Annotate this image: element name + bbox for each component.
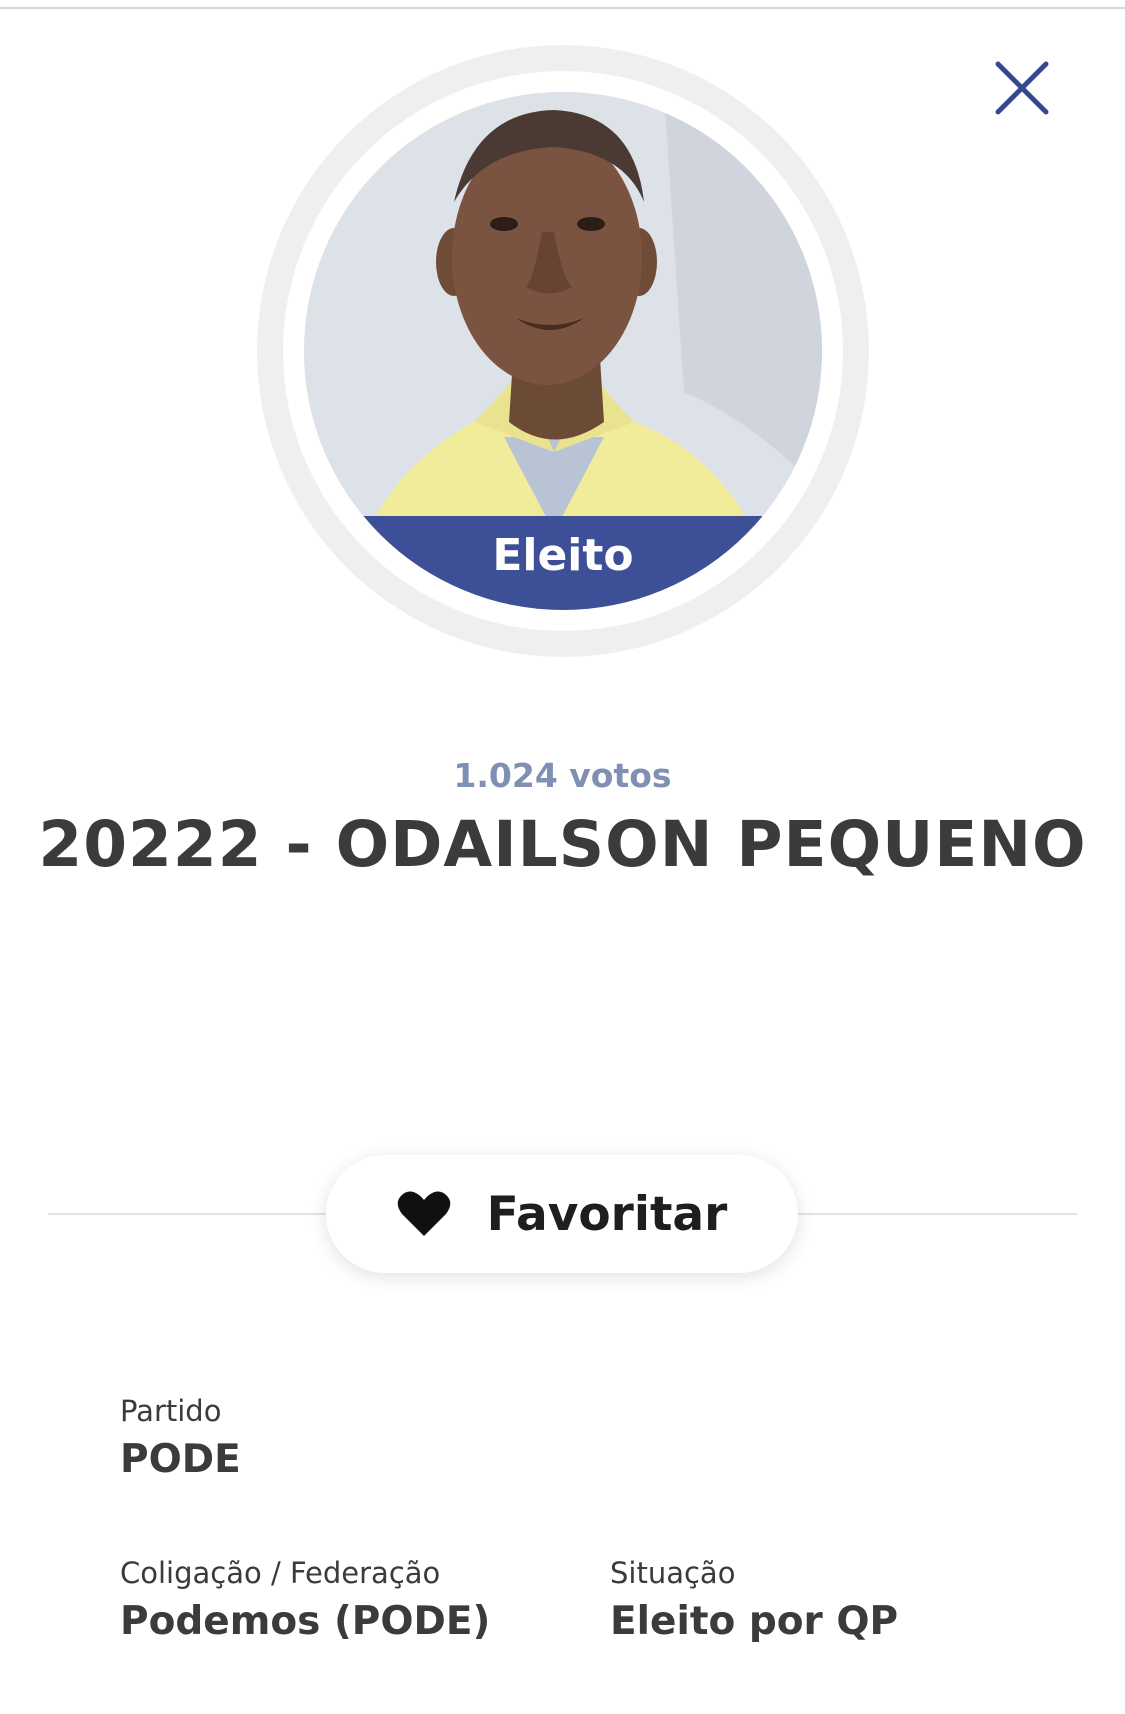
coalition-label: Coligação / Federação bbox=[120, 1556, 441, 1590]
candidate-name: 20222 - ODAILSON PEQUENO bbox=[38, 808, 1087, 881]
situation-label: Situação bbox=[610, 1556, 736, 1590]
party-value: PODE bbox=[120, 1437, 241, 1482]
situation-value: Eleito por QP bbox=[610, 1599, 899, 1644]
vote-count: 1.024 votos bbox=[453, 756, 672, 795]
coalition-value: Podemos (PODE) bbox=[120, 1599, 491, 1644]
close-button[interactable] bbox=[990, 56, 1054, 120]
party-label: Partido bbox=[120, 1394, 222, 1428]
favorite-button[interactable]: Favoritar bbox=[326, 1155, 798, 1273]
status-badge: Eleito bbox=[304, 516, 822, 610]
favorite-label: Favoritar bbox=[486, 1186, 728, 1242]
top-divider bbox=[0, 0, 1125, 9]
heart-icon bbox=[397, 1190, 451, 1238]
close-icon bbox=[995, 61, 1049, 115]
candidate-photo: Eleito bbox=[304, 92, 822, 610]
